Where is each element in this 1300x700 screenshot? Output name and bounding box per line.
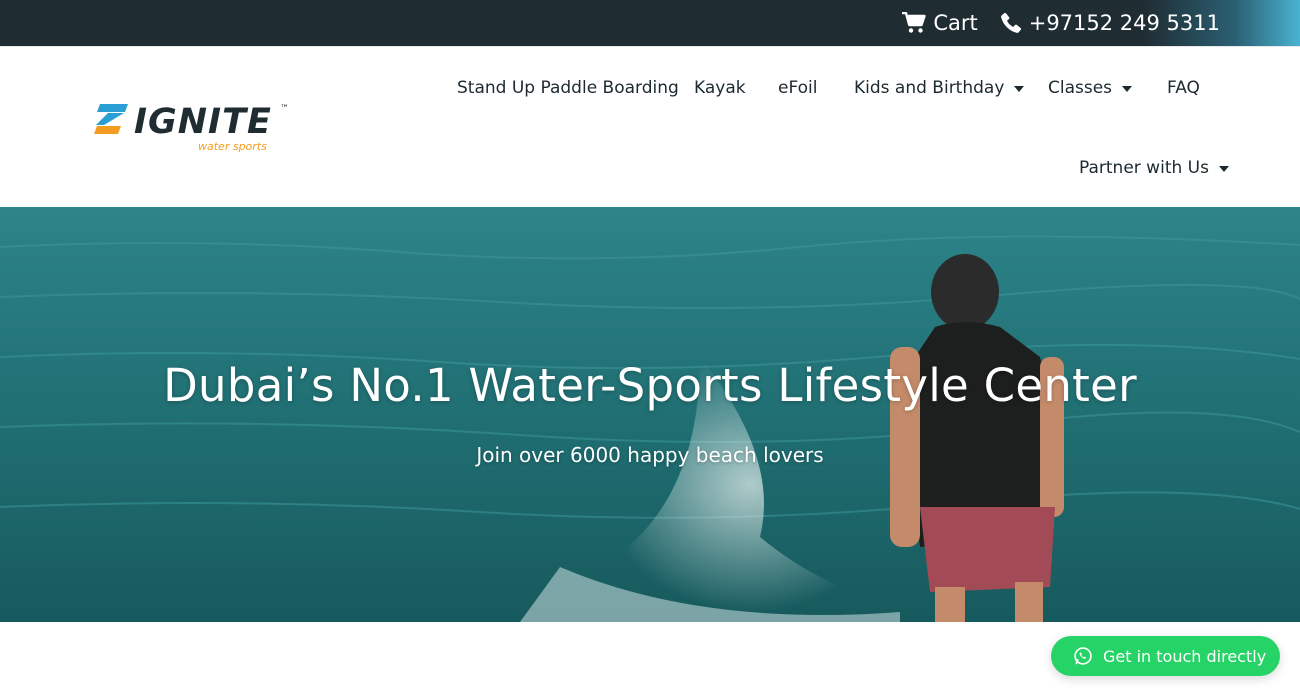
nav-label: Partner with Us <box>1079 158 1209 178</box>
svg-text:IGNITE: IGNITE <box>134 102 272 142</box>
ignite-logo[interactable]: IGNITE ™ water sports <box>94 99 304 159</box>
caret-down-icon <box>1218 166 1229 172</box>
whatsapp-icon <box>1074 647 1092 665</box>
nav-label: FAQ <box>1167 78 1200 98</box>
nav-label: Kids and Birthday <box>854 78 1005 98</box>
hero-section: Dubai’s No.1 Water-Sports Lifestyle Cent… <box>0 207 1300 622</box>
nav-faq[interactable]: FAQ <box>1167 76 1200 100</box>
nav-label: Kayak <box>694 78 746 98</box>
phone-link[interactable]: +97152 249 5311 <box>1000 11 1220 35</box>
nav-stand-up-paddle-boarding[interactable]: Stand Up Paddle Boarding <box>457 76 679 100</box>
nav-partner-with-us[interactable]: Partner with Us <box>1079 156 1229 180</box>
nav-efoil[interactable]: eFoil <box>778 76 817 100</box>
cart-icon <box>902 12 927 33</box>
logo-mark: IGNITE ™ water sports <box>94 102 289 153</box>
hero-background-image <box>0 207 1300 622</box>
top-bar: Cart +97152 249 5311 <box>0 0 1300 46</box>
svg-text:™: ™ <box>280 104 289 114</box>
nav-classes[interactable]: Classes <box>1048 76 1133 100</box>
svg-text:water sports: water sports <box>198 140 267 153</box>
nav-label: Stand Up Paddle Boarding <box>457 78 679 98</box>
hero-title: Dubai’s No.1 Water-Sports Lifestyle Cent… <box>163 359 1137 412</box>
caret-down-icon <box>1014 86 1025 92</box>
phone-label: +97152 249 5311 <box>1028 11 1220 35</box>
phone-icon <box>1000 12 1021 33</box>
cart-link[interactable]: Cart <box>902 11 978 35</box>
cart-label: Cart <box>933 11 978 35</box>
site-header: IGNITE ™ water sports Stand Up Paddle Bo… <box>0 46 1300 207</box>
caret-down-icon <box>1122 86 1133 92</box>
nav-kids-and-birthday[interactable]: Kids and Birthday <box>854 76 1025 100</box>
nav-kayak[interactable]: Kayak <box>694 76 746 100</box>
hero-subtitle: Join over 6000 happy beach lovers <box>476 443 824 467</box>
nav-label: eFoil <box>778 78 818 98</box>
get-in-touch-button[interactable]: Get in touch directly <box>1051 636 1280 676</box>
cta-label: Get in touch directly <box>1103 646 1267 666</box>
nav-label: Classes <box>1048 78 1113 98</box>
